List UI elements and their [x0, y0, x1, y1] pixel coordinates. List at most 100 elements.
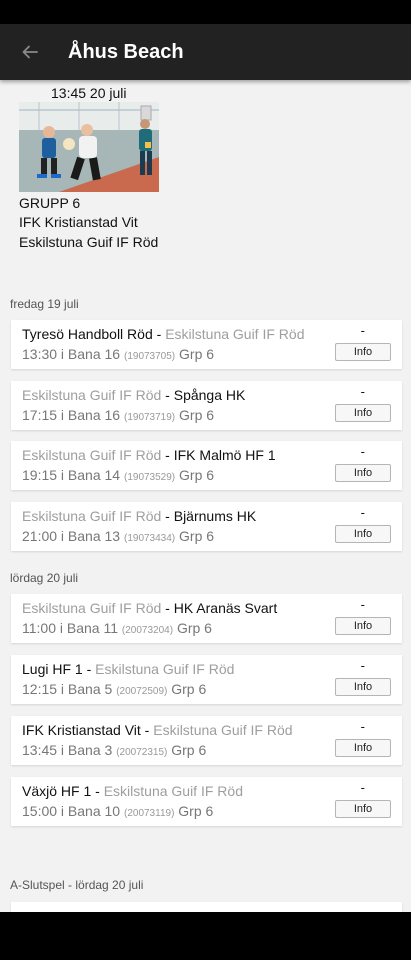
home-team[interactable]: Eskilstuna Guif IF Röd — [22, 508, 161, 524]
match-card[interactable]: Växjö HF 1 - Eskilstuna Guif IF Röd 15:0… — [11, 777, 402, 826]
match-teams: Lugi HF 1 - Eskilstuna Guif IF Röd — [22, 660, 234, 678]
match-score: - — [360, 658, 365, 673]
match-group: Grp 6 — [173, 620, 212, 636]
home-team[interactable]: Eskilstuna Guif IF Röd — [22, 387, 161, 403]
team-separator: - — [161, 600, 174, 616]
match-list-content: 13:45 20 juli GRUPP 6 IFK Kristianstad V… — [0, 80, 411, 912]
match-group: Grp 6 — [174, 803, 214, 819]
match-id: (20072315) — [116, 747, 168, 758]
home-team[interactable]: Tyresö Handboll Röd — [22, 326, 153, 342]
arrow-back-icon — [22, 45, 38, 59]
handball-players-image — [19, 102, 159, 192]
away-team[interactable]: Eskilstuna Guif IF Röd — [165, 326, 304, 342]
featured-match-group: GRUPP 6 — [19, 195, 81, 211]
match-id: (19073434) — [123, 533, 176, 544]
info-button[interactable]: Info — [335, 739, 391, 757]
match-card[interactable]: Eskilstuna Guif IF Röd - IFK Malmö HF 1 … — [11, 441, 402, 490]
team-separator: - — [161, 447, 174, 463]
match-meta: 15:00 i Bana 10 (20073119) Grp 6 — [22, 802, 213, 823]
team-separator: - — [82, 661, 96, 677]
match-time-court: 17:15 i Bana 16 — [22, 407, 124, 423]
system-nav-bar — [0, 912, 411, 960]
match-score: - — [360, 444, 365, 459]
match-meta: 19:15 i Bana 14 (19073529) Grp 6 — [22, 466, 214, 487]
match-teams: Tyresö Handboll Röd - Eskilstuna Guif IF… — [22, 325, 304, 343]
match-group: Grp 6 — [167, 742, 207, 758]
away-team[interactable]: Eskilstuna Guif IF Röd — [104, 783, 243, 799]
info-button[interactable]: Info — [335, 800, 391, 818]
team-separator: - — [161, 508, 174, 524]
section-label: A-Slutspel - lördag 20 juli — [10, 878, 144, 892]
match-meta: 13:45 i Bana 3 (20072315) Grp 6 — [22, 741, 206, 762]
match-card[interactable]: Eskilstuna Guif IF Röd - HK Aranäs Svart… — [11, 594, 402, 643]
match-score: - — [360, 323, 365, 338]
section-label: lördag 20 juli — [10, 571, 79, 585]
info-button[interactable]: Info — [335, 525, 391, 543]
app-bar: Åhus Beach — [0, 24, 411, 80]
match-group: Grp 6 — [175, 528, 215, 544]
match-meta: 12:15 i Bana 5 (20072509) Grp 6 — [22, 680, 206, 701]
match-group: Grp 6 — [175, 407, 215, 423]
match-card-partial[interactable] — [11, 902, 402, 912]
match-card[interactable]: Tyresö Handboll Röd - Eskilstuna Guif IF… — [11, 320, 402, 369]
featured-match-time: 13:45 20 juli — [51, 85, 127, 101]
match-score: - — [360, 597, 365, 612]
home-team[interactable]: Växjö HF 1 — [22, 783, 91, 799]
match-card[interactable]: Lugi HF 1 - Eskilstuna Guif IF Röd 12:15… — [11, 655, 402, 704]
match-time-court: 12:15 i Bana 5 — [22, 681, 117, 697]
info-button[interactable]: Info — [335, 617, 391, 635]
home-team[interactable]: Eskilstuna Guif IF Röd — [22, 447, 161, 463]
match-teams: Eskilstuna Guif IF Röd - Spånga HK — [22, 386, 245, 404]
match-card[interactable]: Eskilstuna Guif IF Röd - Bjärnums HK 21:… — [11, 502, 402, 551]
match-score: - — [360, 384, 365, 399]
match-score: - — [360, 780, 365, 795]
away-team[interactable]: HK Aranäs Svart — [174, 600, 278, 616]
away-team[interactable]: Spånga HK — [174, 387, 246, 403]
match-teams: Eskilstuna Guif IF Röd - IFK Malmö HF 1 — [22, 446, 276, 464]
home-team[interactable]: IFK Kristianstad Vit — [22, 722, 141, 738]
match-teams: Växjö HF 1 - Eskilstuna Guif IF Röd — [22, 782, 243, 800]
status-bar — [0, 0, 411, 24]
match-teams: Eskilstuna Guif IF Röd - Bjärnums HK — [22, 507, 256, 525]
featured-match-away-team[interactable]: Eskilstuna Guif IF Röd — [19, 233, 158, 251]
away-team[interactable]: Eskilstuna Guif IF Röd — [153, 722, 292, 738]
away-team[interactable]: IFK Malmö HF 1 — [174, 447, 276, 463]
info-button[interactable]: Info — [335, 464, 391, 482]
away-team[interactable]: Eskilstuna Guif IF Röd — [95, 661, 234, 677]
match-time-court: 15:00 i Bana 10 — [22, 803, 124, 819]
match-id: (19073705) — [123, 351, 176, 362]
back-button[interactable] — [16, 38, 44, 66]
match-id: (19073719) — [123, 412, 176, 423]
match-score: - — [360, 505, 365, 520]
match-time-court: 19:15 i Bana 14 — [22, 467, 124, 483]
section-label: fredag 19 juli — [10, 297, 79, 311]
match-card[interactable]: IFK Kristianstad Vit - Eskilstuna Guif I… — [11, 716, 402, 765]
match-id: (19073529) — [123, 472, 176, 483]
match-group: Grp 6 — [175, 467, 215, 483]
match-time-court: 13:45 i Bana 3 — [22, 742, 117, 758]
match-meta: 11:00 i Bana 11 (20073204) Grp 6 — [22, 619, 212, 640]
match-meta: 17:15 i Bana 16 (19073719) Grp 6 — [22, 406, 214, 427]
match-id: (20073204) — [121, 625, 174, 636]
team-separator: - — [140, 722, 154, 738]
featured-match-home-team[interactable]: IFK Kristianstad Vit — [19, 213, 138, 231]
away-team[interactable]: Bjärnums HK — [174, 508, 256, 524]
match-teams: Eskilstuna Guif IF Röd - HK Aranäs Svart — [22, 599, 277, 617]
match-time-court: 11:00 i Bana 11 — [22, 620, 122, 636]
match-id: (20073119) — [123, 808, 175, 819]
match-meta: 21:00 i Bana 13 (19073434) Grp 6 — [22, 527, 214, 548]
match-id: (20072509) — [116, 686, 168, 697]
match-score: - — [360, 719, 365, 734]
match-time-court: 13:30 i Bana 16 — [22, 346, 124, 362]
info-button[interactable]: Info — [335, 404, 391, 422]
page-title: Åhus Beach — [68, 41, 184, 63]
match-time-court: 21:00 i Bana 13 — [22, 528, 124, 544]
match-teams: IFK Kristianstad Vit - Eskilstuna Guif I… — [22, 721, 293, 739]
info-button[interactable]: Info — [335, 343, 391, 361]
home-team[interactable]: Eskilstuna Guif IF Röd — [22, 600, 161, 616]
match-card[interactable]: Eskilstuna Guif IF Röd - Spånga HK 17:15… — [11, 381, 402, 430]
home-team[interactable]: Lugi HF 1 — [22, 661, 83, 677]
match-group: Grp 6 — [167, 681, 207, 697]
team-photo — [19, 102, 159, 192]
info-button[interactable]: Info — [335, 678, 391, 696]
